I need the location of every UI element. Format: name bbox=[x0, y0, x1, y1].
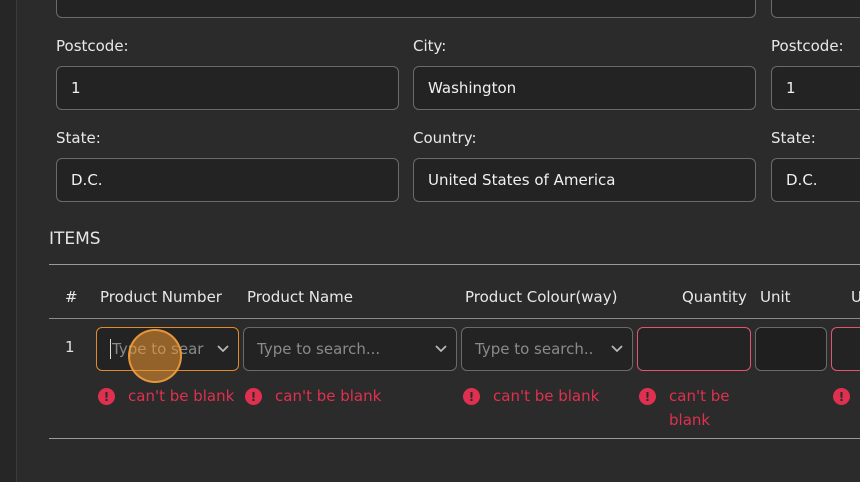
click-indicator bbox=[128, 329, 182, 383]
chevron-down-icon[interactable] bbox=[602, 345, 632, 353]
left-rail bbox=[0, 0, 17, 482]
error-text: can't be blank bbox=[275, 387, 382, 405]
col-header-unit: Unit bbox=[760, 288, 791, 306]
error-icon: ! bbox=[98, 388, 115, 405]
postcode-label: Postcode: bbox=[56, 37, 129, 55]
unit-input[interactable] bbox=[755, 327, 827, 371]
city-input[interactable]: Washington bbox=[413, 66, 756, 110]
error-icon: ! bbox=[639, 388, 656, 405]
postcode-label-right: Postcode: bbox=[771, 37, 844, 55]
product-number-error: ! can't be blank bbox=[98, 387, 234, 408]
col-header-number: # bbox=[65, 288, 78, 306]
text-caret bbox=[110, 339, 111, 359]
col-header-product-colour: Product Colour(way) bbox=[465, 288, 618, 306]
postcode-input[interactable]: 1 bbox=[56, 66, 399, 110]
error-text-line-2: blank bbox=[669, 411, 711, 429]
error-icon: ! bbox=[463, 388, 480, 405]
state-input[interactable]: D.C. bbox=[56, 158, 399, 202]
country-input[interactable]: United States of America bbox=[413, 158, 756, 202]
state-label-right: State: bbox=[771, 129, 816, 147]
chevron-down-icon[interactable] bbox=[426, 345, 456, 353]
product-name-placeholder: Type to search... bbox=[257, 340, 381, 358]
table-header-divider bbox=[49, 318, 860, 319]
city-label: City: bbox=[413, 37, 447, 55]
items-section-title: ITEMS bbox=[49, 229, 101, 249]
country-label: Country: bbox=[413, 129, 477, 147]
col-header-product-name: Product Name bbox=[247, 288, 353, 306]
error-text: can't be blank bbox=[128, 387, 235, 405]
unit-price-input[interactable] bbox=[831, 327, 860, 371]
error-text-line-1: can't be bbox=[669, 387, 730, 405]
col-header-unit-price: U bbox=[851, 288, 860, 306]
product-colour-error: ! can't be blank bbox=[463, 387, 599, 408]
chevron-down-icon[interactable] bbox=[208, 345, 238, 353]
state-label: State: bbox=[56, 129, 101, 147]
product-colour-placeholder: Type to search.. bbox=[475, 340, 594, 358]
col-header-product-number: Product Number bbox=[100, 288, 222, 306]
table-bottom-divider bbox=[49, 438, 860, 439]
row-number: 1 bbox=[65, 338, 75, 356]
items-divider bbox=[49, 264, 860, 265]
product-name-error: ! can't be blank bbox=[245, 387, 381, 408]
unit-price-error: ! bbox=[833, 387, 860, 405]
error-icon: ! bbox=[245, 388, 262, 405]
address-line-input-left[interactable] bbox=[56, 0, 756, 18]
error-text: can't be blank bbox=[493, 387, 600, 405]
product-name-select[interactable]: Type to search... bbox=[243, 327, 457, 371]
state-input-right[interactable]: D.C. bbox=[771, 158, 860, 202]
col-header-quantity: Quantity bbox=[682, 288, 747, 306]
product-colour-select[interactable]: Type to search.. bbox=[461, 327, 633, 371]
quantity-input[interactable] bbox=[637, 327, 751, 371]
quantity-error: ! can't be blank bbox=[639, 387, 729, 432]
address-line-input-right[interactable] bbox=[771, 0, 860, 18]
error-icon: ! bbox=[833, 388, 850, 405]
error-text: can't be blank bbox=[669, 384, 729, 432]
postcode-input-right[interactable]: 1 bbox=[771, 66, 860, 110]
